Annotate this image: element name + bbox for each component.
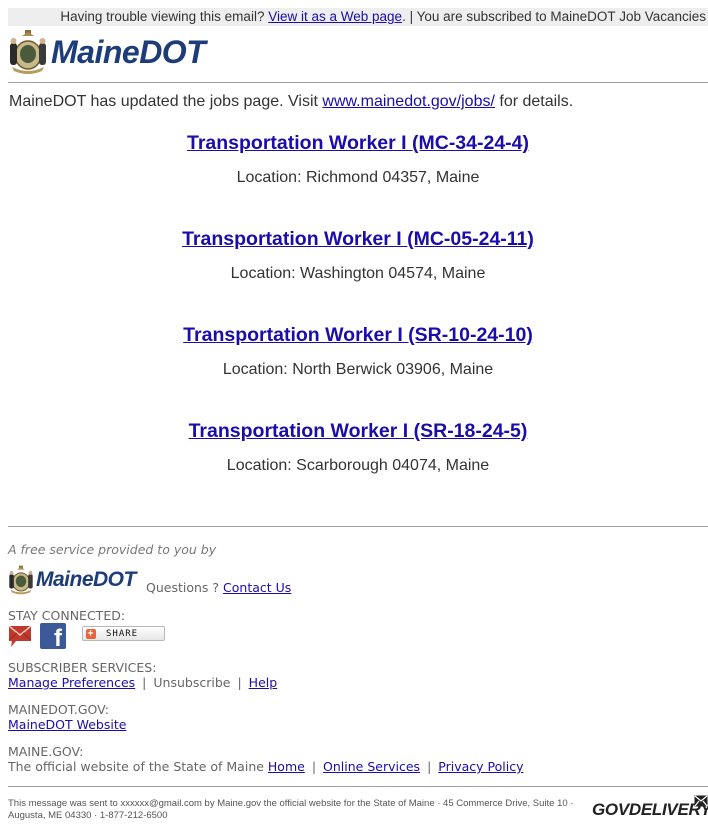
manage-preferences-link[interactable]: Manage Preferences <box>8 675 135 690</box>
social-links: f + SHARE <box>8 623 165 649</box>
job-title-link[interactable]: Transportation Worker I (MC-34-24-4) <box>187 132 529 154</box>
facebook-icon[interactable]: f <box>40 623 66 649</box>
job-location: Location: North Berwick 03906, Maine <box>222 361 494 378</box>
mainedot-website-link[interactable]: MaineDOT Website <box>8 717 126 732</box>
intro-prefix: MaineDOT has updated the jobs page. Visi… <box>9 93 323 110</box>
divider <box>8 786 708 787</box>
stay-connected-label: STAY CONNECTED: <box>8 608 126 623</box>
maine-seal-icon <box>9 565 33 595</box>
email-share-icon[interactable] <box>8 623 32 649</box>
unsubscribe-link[interactable]: Unsubscribe <box>153 675 230 690</box>
view-online-bar: Having trouble viewing this email? View … <box>8 8 708 26</box>
view-web-page-link[interactable]: View it as a Web page <box>268 9 402 24</box>
maine-gov-text: The official website of the State of Mai… <box>8 759 268 774</box>
maine-seal-icon <box>10 30 46 74</box>
envelope-icon <box>694 795 708 807</box>
separator: | <box>427 759 432 774</box>
free-service-text: A free service provided to you by <box>8 542 217 557</box>
job-title-link[interactable]: Transportation Worker I (SR-10-24-10) <box>183 324 533 346</box>
maine-gov-links: The official website of the State of Mai… <box>8 759 523 774</box>
plus-icon: + <box>86 627 96 639</box>
job-item: Transportation Worker I (SR-10-24-10) Lo… <box>8 320 708 416</box>
job-item: Transportation Worker I (MC-05-24-11) Lo… <box>8 224 708 320</box>
govdelivery-logo: GOVDELIVERY <box>592 800 708 819</box>
intro-text: MaineDOT has updated the jobs page. Visi… <box>9 93 573 111</box>
sent-to-message: This message was sent to xxxxxx@gmail.co… <box>8 798 574 821</box>
share-button[interactable]: + SHARE <box>82 626 165 641</box>
job-item: Transportation Worker I (MC-34-24-4) Loc… <box>8 128 708 224</box>
job-item: Transportation Worker I (SR-18-24-5) Loc… <box>8 416 708 512</box>
jobs-page-link[interactable]: www.mainedot.gov/jobs/ <box>322 93 495 110</box>
divider <box>8 82 708 83</box>
mainedot-logo: MaineDOT <box>8 29 206 75</box>
separator: | <box>237 675 242 690</box>
trouble-text: Having trouble viewing this email? <box>60 9 265 24</box>
logo-wordmark: MaineDOT <box>51 33 206 70</box>
subscribed-text: . | You are subscribed to MaineDOT Job V… <box>402 9 706 24</box>
intro-suffix: for details. <box>494 93 574 110</box>
mainedot-gov-label: MAINEDOT.GOV: <box>8 702 109 717</box>
home-link[interactable]: Home <box>268 759 305 774</box>
job-title-link[interactable]: Transportation Worker I (MC-05-24-11) <box>182 228 534 250</box>
divider <box>8 526 708 527</box>
questions-line: Questions ? Contact Us <box>146 580 291 595</box>
footer-mainedot-logo: MaineDOT <box>8 565 136 595</box>
separator: | <box>142 675 147 690</box>
job-location: Location: Richmond 04357, Maine <box>236 169 480 186</box>
help-link[interactable]: Help <box>249 675 278 690</box>
subscriber-services-links: Manage Preferences | Unsubscribe | Help <box>8 675 277 690</box>
separator: | <box>311 759 317 774</box>
job-location: Location: Scarborough 04074, Maine <box>226 457 490 474</box>
job-location: Location: Washington 04574, Maine <box>230 265 486 282</box>
job-listings: Transportation Worker I (MC-34-24-4) Loc… <box>8 128 708 512</box>
contact-us-link[interactable]: Contact Us <box>223 580 291 595</box>
subscriber-services-label: SUBSCRIBER SERVICES: <box>8 660 157 675</box>
maine-gov-label: MAINE.GOV: <box>8 744 84 759</box>
logo-wordmark: MaineDOT <box>36 568 136 591</box>
mainedot-gov-links: MaineDOT Website <box>8 717 126 732</box>
privacy-policy-link[interactable]: Privacy Policy <box>438 759 523 774</box>
online-services-link[interactable]: Online Services <box>323 759 420 774</box>
questions-label: Questions ? <box>146 580 224 595</box>
share-label: SHARE <box>106 628 139 639</box>
job-title-link[interactable]: Transportation Worker I (SR-18-24-5) <box>189 420 528 442</box>
